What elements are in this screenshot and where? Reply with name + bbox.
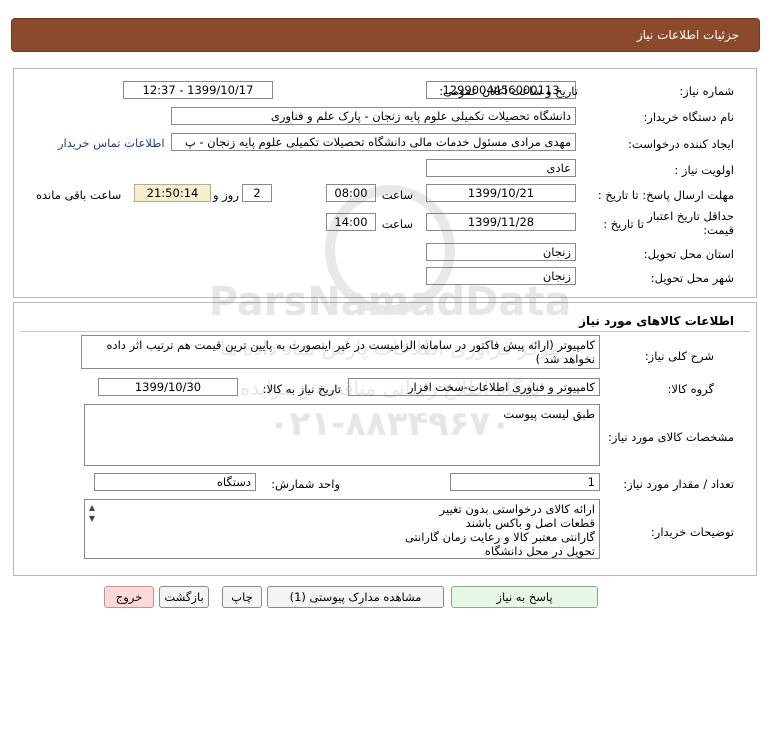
countdown-timer: 21:50:14: [134, 184, 211, 202]
section-divider: [20, 331, 750, 332]
validity-time-label: ساعت: [381, 217, 413, 231]
days-field: 2: [242, 184, 272, 202]
unit-label: واحد شمارش:: [271, 477, 340, 491]
validity-to-label: تا تاریخ :: [603, 217, 644, 231]
unit-field: دستگاه: [94, 473, 256, 491]
notes-line: تحویل در محل دانشگاه: [484, 544, 595, 558]
desc-field: کامپیوتر (ارائه پیش فاکتور در سامانه الز…: [81, 335, 600, 369]
need-number-label: شماره نیاز:: [679, 84, 734, 98]
need-info-panel: شماره نیاز: 1299004456000113 تاریخ و ساع…: [13, 68, 757, 298]
specs-label: مشخصات کالای مورد نیاز:: [607, 430, 734, 444]
group-label: گروه کالا:: [667, 382, 714, 396]
desc-label: شرح کلی نیاز:: [644, 349, 714, 363]
validity-label-2: قیمت:: [703, 223, 734, 237]
province-label: استان محل تحویل:: [643, 247, 734, 261]
notes-line: قطعات اصل و باکس باشند: [465, 516, 595, 530]
province-field: زنجان: [426, 243, 576, 261]
page-header: جزئیات اطلاعات نیاز: [11, 18, 760, 52]
creator-label: ایجاد کننده درخواست:: [628, 137, 734, 151]
creator-field: مهدی مرادی مسئول خدمات مالی دانشگاه تحصی…: [171, 133, 576, 151]
print-button[interactable]: چاپ: [222, 586, 262, 608]
validity-time-field: 14:00: [326, 213, 376, 231]
days-label: روز و: [213, 188, 239, 202]
deadline-label: مهلت ارسال پاسخ: تا تاریخ :: [597, 188, 734, 202]
goods-panel: اطلاعات کالاهای مورد نیاز شرح کلی نیاز: …: [13, 302, 757, 576]
view-attachments-button[interactable]: مشاهده مدارک پیوستی (1): [267, 586, 444, 608]
validity-label-1: حداقل تاریخ اعتبار: [647, 209, 734, 223]
buyer-contact-link[interactable]: اطلاعات تماس خریدار: [58, 136, 165, 150]
notes-label: توضیحات خریدار:: [650, 525, 734, 539]
deadline-time-label: ساعت: [381, 188, 413, 202]
desc-line-2: نخواهد شد ): [535, 352, 595, 366]
remaining-label: ساعت باقی مانده: [36, 188, 122, 202]
need-date-field: 1399/10/30: [98, 378, 238, 396]
scroll-down-icon[interactable]: ▼: [87, 513, 97, 524]
qty-label: تعداد / مقدار مورد نیاز:: [623, 477, 734, 491]
reply-button[interactable]: پاسخ به نیاز: [451, 586, 598, 608]
notes-line: ارائه کالای درخواستی بدون تغییر: [439, 502, 595, 516]
notes-line: گارانتی معتبر کالا و رعایت زمان گارانتی: [404, 530, 595, 544]
qty-field: 1: [450, 473, 600, 491]
notes-field[interactable]: ▲ ▼ ارائه کالای درخواستی بدون تغییر قطعا…: [84, 499, 600, 559]
scroll-up-icon[interactable]: ▲: [87, 502, 97, 513]
deadline-date-field: 1399/10/21: [426, 184, 576, 202]
validity-date-field: 1399/11/28: [426, 213, 576, 231]
announce-label: تاریخ و ساعت اعلان عمومی:: [439, 84, 578, 98]
back-button[interactable]: بازگشت: [159, 586, 209, 608]
need-date-label: تاریخ نیاز به کالا:: [262, 382, 341, 396]
buyer-field: دانشگاه تحصیلات تکمیلی علوم پایه زنجان -…: [171, 107, 576, 125]
priority-field: عادی: [426, 159, 576, 177]
city-label: شهر محل تحویل:: [650, 271, 734, 285]
group-field: کامپیوتر و فناوری اطلاعات-سخت افزار: [348, 378, 600, 396]
announce-field: 1399/10/17 - 12:37: [123, 81, 273, 99]
specs-field: طبق لیست پیوست: [84, 404, 600, 466]
exit-button[interactable]: خروج: [104, 586, 154, 608]
deadline-time-field: 08:00: [326, 184, 376, 202]
goods-section-title: اطلاعات کالاهای مورد نیاز: [579, 314, 734, 328]
notes-scrollbar[interactable]: ▲ ▼: [87, 502, 97, 524]
page-title: جزئیات اطلاعات نیاز: [636, 28, 739, 42]
desc-line-1: کامپیوتر (ارائه پیش فاکتور در سامانه الز…: [106, 338, 595, 352]
city-field: زنجان: [426, 267, 576, 285]
buyer-label: نام دستگاه خریدار:: [643, 110, 734, 124]
priority-label: اولویت نیاز :: [674, 163, 734, 177]
